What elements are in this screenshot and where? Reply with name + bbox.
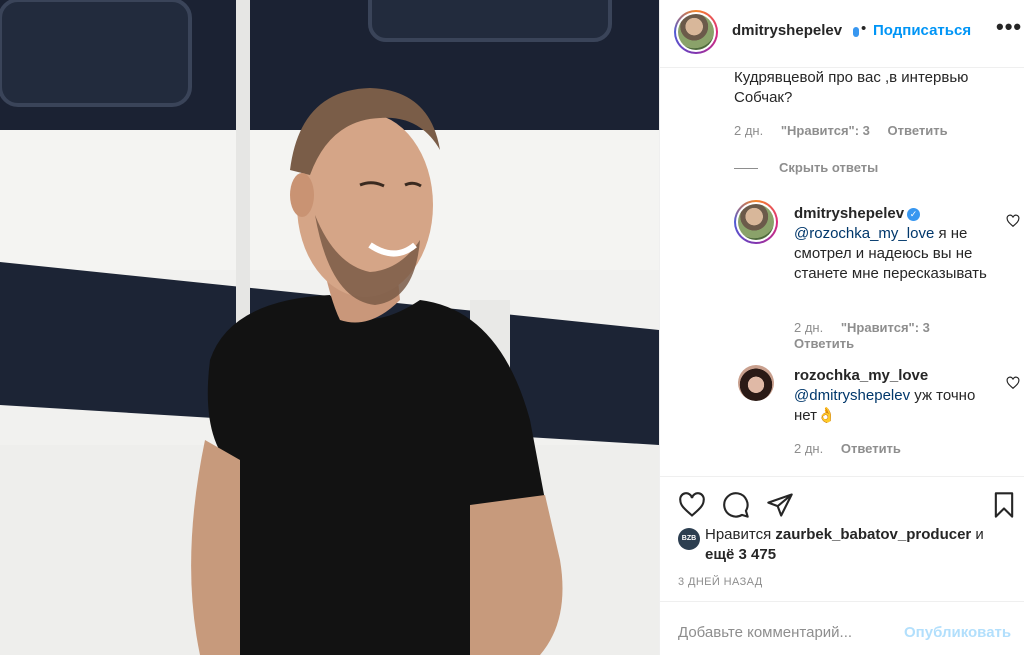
reply-button[interactable]: Ответить bbox=[841, 441, 901, 456]
comment-meta: 2 дн. "Нравится": 3 Ответить bbox=[734, 123, 962, 138]
author-avatar[interactable] bbox=[674, 10, 718, 54]
reply-likes-count[interactable]: "Нравится": 3 bbox=[841, 320, 930, 335]
comments-list[interactable]: Кудрявцевой про вас ,в интервью Собчак? … bbox=[660, 68, 1024, 476]
comment-likes-count[interactable]: "Нравится": 3 bbox=[781, 123, 870, 138]
reply-avatar[interactable] bbox=[734, 200, 778, 244]
likes-prefix: Нравится bbox=[705, 526, 776, 543]
reply-username[interactable]: rozochka_my_love bbox=[794, 367, 928, 384]
paper-plane-icon[interactable] bbox=[766, 491, 794, 519]
likes-others-count[interactable]: ещё 3 475 bbox=[705, 546, 776, 563]
mention-link[interactable]: @rozochka_my_love bbox=[794, 225, 934, 242]
more-options-icon[interactable]: ••• bbox=[996, 14, 1022, 40]
verified-badge-icon: ✓ bbox=[907, 208, 921, 221]
hide-replies-line bbox=[734, 168, 758, 169]
like-comment-heart-icon[interactable] bbox=[1006, 214, 1020, 228]
reply-text-block: rozochka_my_love @dmitryshepelev уж точн… bbox=[794, 366, 994, 426]
reply-username[interactable]: dmitryshepelev bbox=[794, 205, 904, 222]
reply-meta: 2 дн. "Нравится": 3 Ответить bbox=[794, 320, 994, 352]
liker-username[interactable]: zaurbek_babatov_producer bbox=[775, 526, 971, 543]
heart-icon[interactable] bbox=[678, 491, 706, 519]
hide-replies-button[interactable]: Скрыть ответы bbox=[779, 160, 878, 175]
comment-icon[interactable] bbox=[722, 491, 750, 519]
post-sidebar: dmitryshepelev • Подписаться ••• Кудрявц… bbox=[659, 0, 1024, 655]
liker-avatar[interactable]: BZB bbox=[678, 528, 700, 550]
comment-input[interactable]: Добавьте комментарий... bbox=[678, 624, 852, 641]
reply-time: 2 дн. bbox=[794, 441, 824, 456]
post-header: dmitryshepelev • Подписаться ••• bbox=[660, 0, 1024, 68]
post-timestamp: 3 ДНЕЙ НАЗАД bbox=[678, 576, 763, 588]
header-separator: • bbox=[861, 20, 867, 37]
likes-middle: и bbox=[971, 526, 984, 543]
verified-icon bbox=[853, 27, 859, 37]
bookmark-icon[interactable] bbox=[990, 491, 1018, 519]
likes-text: Нравится zaurbek_babatov_producer и ещё … bbox=[705, 525, 1015, 565]
reply-button[interactable]: Ответить bbox=[888, 123, 948, 138]
author-username[interactable]: dmitryshepelev bbox=[732, 22, 842, 39]
follow-button[interactable]: Подписаться bbox=[873, 22, 971, 39]
add-comment-bar: Добавьте комментарий... Опубликовать bbox=[660, 601, 1024, 655]
comment-text: Кудрявцевой про вас ,в интервью Собчак? bbox=[734, 69, 969, 106]
post-actions: BZB Нравится zaurbek_babatov_producer и … bbox=[660, 476, 1024, 601]
comment-time: 2 дн. bbox=[734, 123, 764, 138]
mention-link[interactable]: @dmitryshepelev bbox=[794, 387, 910, 404]
reply-time: 2 дн. bbox=[794, 320, 824, 335]
like-comment-heart-icon[interactable] bbox=[1006, 376, 1020, 390]
reply-button[interactable]: Ответить bbox=[794, 336, 854, 351]
reply-meta: 2 дн. Ответить bbox=[794, 441, 915, 456]
reply-text-block: dmitryshepelev ✓ @rozochka_my_love я не с… bbox=[794, 204, 999, 284]
publish-button[interactable]: Опубликовать bbox=[904, 624, 1011, 641]
reply-avatar[interactable] bbox=[738, 365, 774, 401]
post-photo[interactable] bbox=[0, 0, 659, 655]
post-image bbox=[0, 0, 659, 655]
